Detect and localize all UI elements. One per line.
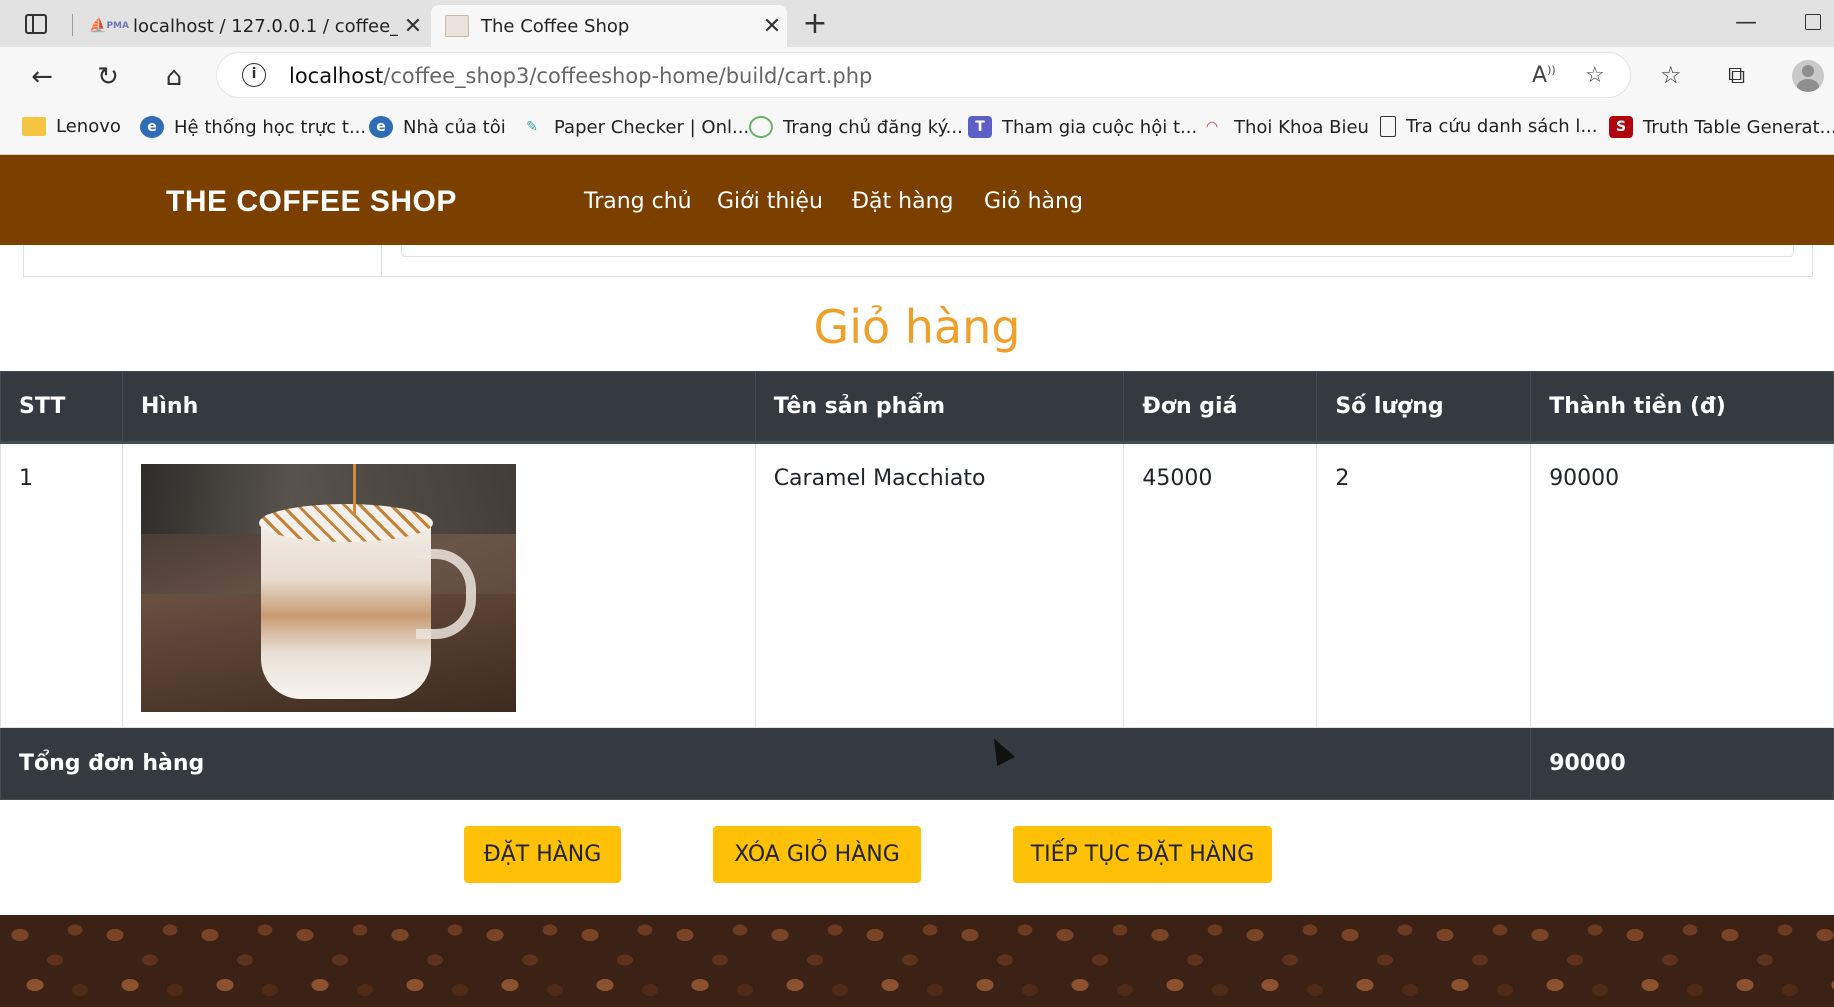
tab-separator xyxy=(72,14,73,36)
nav-link-about[interactable]: Giới thiệu xyxy=(717,189,823,214)
phpmyadmin-icon: ⛵ PMA xyxy=(89,18,129,34)
cell-image xyxy=(121,442,756,728)
minimize-icon[interactable]: — xyxy=(1735,10,1757,35)
column-header: Số lượng xyxy=(1316,371,1532,444)
sidebar-icon xyxy=(25,14,47,34)
url-path: /coffee_shop3/coffeeshop-home/build/cart… xyxy=(383,64,873,88)
cell-quantity: 2 xyxy=(1316,442,1532,728)
cart-table: STT Hình Tên sản phẩm Đơn giá Số lượng T… xyxy=(0,371,1834,800)
globe-icon: e xyxy=(140,116,164,138)
cell-unit-price: 45000 xyxy=(1123,442,1318,728)
read-aloud-icon[interactable]: A)) xyxy=(1532,63,1556,88)
site-info-icon[interactable]: i xyxy=(242,63,266,87)
table-header-row: STT Hình Tên sản phẩm Đơn giá Số lượng T… xyxy=(0,371,1834,444)
close-icon[interactable]: ✕ xyxy=(757,14,787,39)
close-icon[interactable]: ✕ xyxy=(398,14,428,39)
bookmark-item[interactable]: e Hệ thống học trực t... xyxy=(140,116,366,138)
globe-icon: e xyxy=(369,116,393,138)
table-row: 1 Caramel Macchiato 45000 2 90000 xyxy=(0,442,1834,728)
site-brand[interactable]: THE COFFEE SHOP xyxy=(166,185,457,219)
bookmark-label: Paper Checker | Onl... xyxy=(554,116,750,138)
checker-icon: ✎ xyxy=(526,119,538,135)
pma-text: PMA xyxy=(106,21,129,31)
teams-icon: T xyxy=(968,116,992,138)
bookmark-label: Nhà của tôi xyxy=(403,116,506,138)
site-navbar: THE COFFEE SHOP Trang chủ Giới thiệu Đặt… xyxy=(0,155,1834,245)
clear-cart-button[interactable]: XÓA GIỎ HÀNG xyxy=(713,826,921,883)
inner-panel-edge xyxy=(401,245,1794,257)
stanford-icon: S xyxy=(1609,116,1633,138)
nav-link-cart[interactable]: Giỏ hàng xyxy=(984,189,1083,214)
bookmark-item[interactable]: ◠ Thoi Khoa Bieu xyxy=(1200,116,1369,138)
bookmark-item[interactable]: S Truth Table Generat... xyxy=(1609,116,1834,138)
bookmark-item[interactable]: Trang chủ đăng ký... xyxy=(749,116,963,138)
product-image-caramel-macchiato xyxy=(140,464,516,712)
bookmark-item[interactable]: T Tham gia cuộc hội t... xyxy=(968,116,1197,138)
column-header: Đơn giá xyxy=(1123,371,1318,444)
address-bar[interactable]: i localhost/coffee_shop3/coffeeshop-home… xyxy=(216,52,1631,98)
new-tab-button[interactable]: + xyxy=(797,6,833,42)
tab-title: localhost / 127.0.0.1 / coffee_sho xyxy=(133,15,398,37)
column-header: Thành tiền (đ) xyxy=(1530,371,1834,444)
back-arrow-icon[interactable]: ← xyxy=(24,59,60,95)
column-header: Hình xyxy=(121,371,756,444)
home-icon[interactable]: ⌂ xyxy=(156,59,192,95)
folder-icon xyxy=(22,117,46,136)
cell-stt: 1 xyxy=(0,442,123,728)
scrolled-content-edge xyxy=(23,245,1813,277)
bookmark-label: Thoi Khoa Bieu xyxy=(1234,116,1369,138)
document-icon xyxy=(1380,116,1396,137)
place-order-button[interactable]: ĐẶT HÀNG xyxy=(464,826,621,883)
url-text[interactable]: localhost/coffee_shop3/coffeeshop-home/b… xyxy=(289,64,872,88)
cell-product-name: Caramel Macchiato xyxy=(754,442,1125,728)
browser-toolbar: ← ↻ ⌂ i localhost/coffee_shop3/coffeesho… xyxy=(0,47,1834,105)
nav-link-order[interactable]: Đặt hàng xyxy=(852,189,953,214)
bookmark-item[interactable]: Lenovo xyxy=(22,116,121,137)
bookmarks-bar: Lenovo e Hệ thống học trực t... e Nhà của … xyxy=(0,105,1834,155)
bookmark-label: Tham gia cuộc hội t... xyxy=(1002,116,1198,138)
url-host: localhost xyxy=(289,64,384,88)
order-total-label: Tổng đơn hàng xyxy=(0,727,1532,800)
continue-shopping-button[interactable]: TIẾP TỤC ĐẶT HÀNG xyxy=(1013,826,1272,883)
maximize-icon[interactable] xyxy=(1805,14,1821,30)
tab-actions-button[interactable] xyxy=(18,9,54,39)
bookmark-item[interactable]: e Nhà của tôi xyxy=(369,116,506,138)
collections-icon[interactable]: ⧉ xyxy=(1728,61,1745,89)
nav-link-home[interactable]: Trang chủ xyxy=(584,189,692,214)
column-divider xyxy=(381,245,382,276)
order-total-value: 90000 xyxy=(1530,727,1834,800)
bookmark-label: Lenovo xyxy=(56,116,121,137)
bookmark-item[interactable]: Tra cứu danh sách l... xyxy=(1380,116,1598,137)
browser-tab-bar: ⛵PMA localhost / 127.0.0.1 / coffee_sho … xyxy=(0,0,1834,47)
bookmark-label: Hệ thống học trực t... xyxy=(174,116,367,138)
bookmark-label: Tra cứu danh sách l... xyxy=(1406,116,1598,137)
column-header: STT xyxy=(0,371,123,444)
coffee-beans-footer-image xyxy=(0,915,1834,1007)
tab-phpmyadmin[interactable]: ⛵PMA localhost / 127.0.0.1 / coffee_sho … xyxy=(83,5,428,47)
tab-title: The Coffee Shop xyxy=(481,15,630,37)
bookmark-label: Truth Table Generat... xyxy=(1643,116,1834,138)
favorites-icon[interactable]: ☆ xyxy=(1660,61,1682,89)
bookmark-item[interactable]: ✎ Paper Checker | Onl... xyxy=(520,116,749,138)
column-header: Tên sản phẩm xyxy=(754,371,1125,444)
page-title: Giỏ hàng xyxy=(813,300,1021,354)
tab-coffee-shop[interactable]: The Coffee Shop ✕ xyxy=(431,5,787,47)
profile-avatar[interactable] xyxy=(1792,60,1824,92)
bookmark-label: Trang chủ đăng ký... xyxy=(783,116,963,138)
table-footer-row: Tổng đơn hàng 90000 xyxy=(0,727,1834,800)
cell-line-total: 90000 xyxy=(1530,442,1834,728)
coffee-shop-icon xyxy=(445,15,469,37)
add-favorite-icon[interactable]: ☆ xyxy=(1585,63,1605,88)
arc-icon: ◠ xyxy=(1206,119,1218,135)
reload-icon[interactable]: ↻ xyxy=(90,59,126,95)
circle-icon xyxy=(749,116,773,138)
